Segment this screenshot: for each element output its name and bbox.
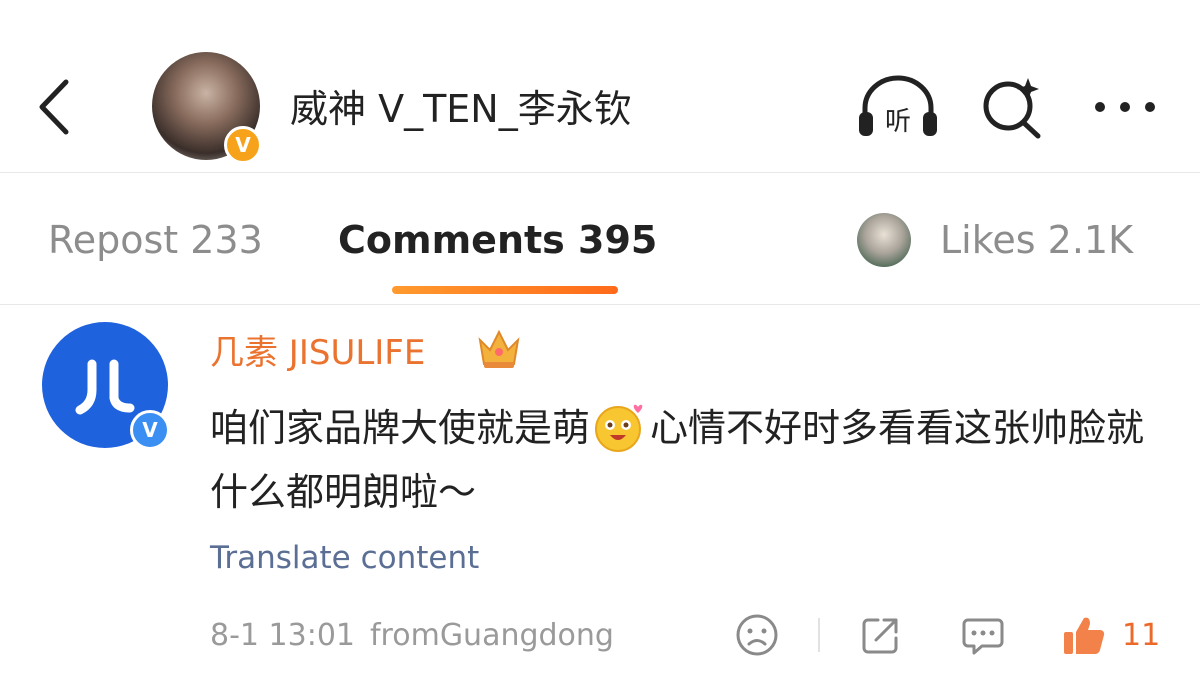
verified-badge: V — [224, 126, 262, 164]
back-button[interactable] — [30, 72, 80, 142]
search-button[interactable] — [978, 74, 1046, 140]
page-title-username[interactable]: 威神 V_TEN_李永钦 — [290, 84, 632, 134]
comment-text: 咱们家品牌大使就是萌 心情不好时多看看这张帅脸就什么都明朗啦～ — [210, 396, 1150, 524]
commenter-verified-badge: V — [130, 410, 170, 450]
translate-link[interactable]: Translate content — [210, 536, 479, 580]
likes-avatar — [857, 213, 911, 267]
listen-label: 听 — [885, 107, 911, 137]
cute-emoji-icon — [592, 401, 648, 453]
header-divider — [0, 172, 1200, 173]
comment-author[interactable]: 几素 JISULIFE — [210, 330, 425, 376]
tab-comments[interactable]: Comments 395 — [338, 214, 657, 266]
search-sparkle-icon — [983, 78, 1041, 139]
comment-location: fromGuangdong — [370, 618, 614, 653]
like-button[interactable] — [1060, 612, 1106, 658]
comment-timestamp: 8-1 13:01 — [210, 618, 355, 653]
active-tab-indicator — [392, 286, 618, 294]
thumbs-up-icon — [1064, 617, 1105, 655]
share-icon — [862, 618, 898, 654]
action-separator — [818, 618, 820, 652]
jisu-logo-icon — [75, 359, 135, 415]
tab-repost[interactable]: Repost 233 — [48, 214, 263, 266]
reply-icon — [962, 618, 1004, 655]
share-button[interactable] — [858, 612, 904, 658]
listen-icon: 听 — [859, 75, 937, 137]
dislike-button[interactable] — [734, 612, 780, 658]
reply-button[interactable] — [960, 612, 1006, 658]
more-button[interactable] — [1090, 84, 1160, 130]
sad-face-icon — [736, 614, 778, 656]
like-count: 11 — [1122, 618, 1161, 653]
comment-text-part1: 咱们家品牌大使就是萌 — [210, 406, 591, 450]
more-icon — [1095, 102, 1155, 112]
tabs-divider — [0, 304, 1200, 305]
back-icon — [39, 79, 69, 135]
listen-button[interactable]: 听 — [855, 74, 941, 140]
tab-likes[interactable]: Likes 2.1K — [940, 214, 1133, 266]
crown-icon — [476, 326, 522, 372]
